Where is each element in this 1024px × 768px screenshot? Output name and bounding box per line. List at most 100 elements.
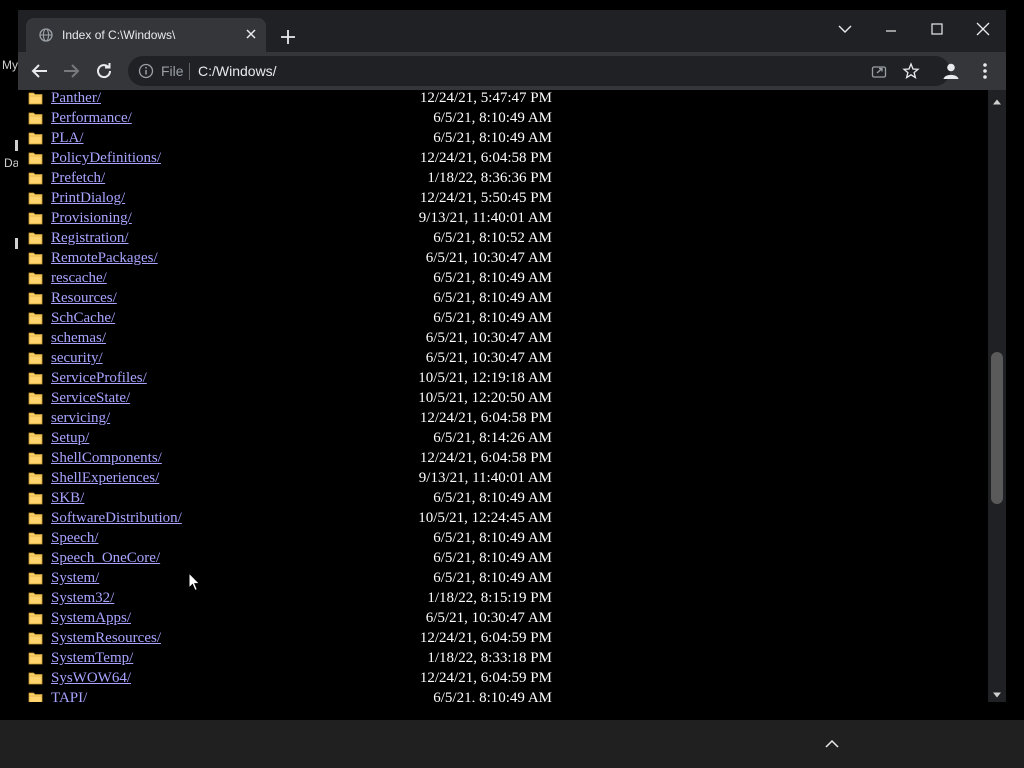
url-text[interactable]: C:/Windows/ — [198, 63, 277, 79]
forward-button[interactable] — [59, 59, 83, 83]
folder-icon — [28, 670, 43, 690]
folder-link[interactable]: PLA/ — [51, 128, 84, 148]
folder-link[interactable]: Resources/ — [51, 288, 117, 308]
folder-link[interactable]: Prefetch/ — [51, 168, 105, 188]
folder-link[interactable]: SysWOW64/ — [51, 668, 131, 688]
modified-date: 10/5/21, 12:20:50 AM — [418, 390, 552, 406]
chevron-up-icon[interactable] — [822, 736, 842, 757]
folder-link[interactable]: System/ — [51, 568, 99, 588]
scroll-up-arrow-icon[interactable] — [992, 94, 1002, 112]
folder-icon — [28, 350, 43, 370]
folder-link[interactable]: Speech_OneCore/ — [51, 548, 160, 568]
folder-icon — [28, 330, 43, 350]
folder-link[interactable]: Setup/ — [51, 428, 89, 448]
listing-row: servicing/12/24/21, 6:04:58 PM — [18, 408, 988, 428]
folder-link[interactable]: schemas/ — [51, 328, 106, 348]
folder-link[interactable]: Speech/ — [51, 528, 98, 548]
listing-row: Panther/12/24/21, 5:47:47 PM — [18, 90, 988, 108]
listing-row: schemas/6/5/21, 10:30:47 AM — [18, 328, 988, 348]
close-icon — [246, 29, 256, 39]
folder-link[interactable]: PrintDialog/ — [51, 188, 125, 208]
folder-link[interactable]: RemotePackages/ — [51, 248, 158, 268]
folder-icon — [28, 630, 43, 650]
folder-icon — [28, 610, 43, 630]
modified-date: 6/5/21, 8:10:52 AM — [433, 230, 552, 246]
close-window-button[interactable] — [970, 16, 996, 42]
modified-date: 10/5/21, 12:19:18 AM — [418, 370, 552, 386]
address-bar[interactable]: File C:/Windows/ — [128, 56, 950, 86]
folder-icon — [28, 150, 43, 170]
listing-row: rescache/6/5/21, 8:10:49 AM — [18, 268, 988, 288]
back-button[interactable] — [28, 59, 52, 83]
vertical-scrollbar[interactable] — [988, 90, 1006, 702]
folder-link[interactable]: Performance/ — [51, 108, 132, 128]
toolbar: File C:/Windows/ — [18, 52, 1006, 90]
listing-row: SoftwareDistribution/10/5/21, 12:24:45 A… — [18, 508, 988, 528]
modified-date: 6/5/21, 8:10:49 AM — [433, 290, 552, 306]
folder-icon — [28, 130, 43, 150]
tab-title: Index of C:\Windows\ — [62, 28, 176, 42]
more-options-icon[interactable] — [974, 60, 996, 87]
listing-row: Speech/6/5/21, 8:10:49 AM — [18, 528, 988, 548]
listing-row: Provisioning/9/13/21, 11:40:01 AM — [18, 208, 988, 228]
scrollbar-thumb[interactable] — [991, 352, 1003, 504]
modified-date: 12/24/21, 6:04:59 PM — [419, 670, 552, 686]
folder-link[interactable]: SchCache/ — [51, 308, 115, 328]
modified-date: 9/13/21, 11:40:01 AM — [418, 470, 552, 486]
scroll-down-arrow-icon[interactable] — [992, 687, 1002, 702]
folder-link[interactable]: Registration/ — [51, 228, 129, 248]
folder-link[interactable]: ServiceProfiles/ — [51, 368, 147, 388]
reload-icon — [97, 63, 112, 79]
folder-link[interactable]: SystemTemp/ — [51, 648, 133, 668]
listing-row: TAPI/6/5/21, 8:10:49 AM — [18, 688, 988, 702]
folder-icon — [28, 170, 43, 190]
folder-link[interactable]: ShellComponents/ — [51, 448, 162, 468]
folder-link[interactable]: SystemApps/ — [51, 608, 131, 628]
modified-date: 1/18/22, 8:15:19 PM — [427, 590, 552, 606]
folder-icon — [28, 570, 43, 590]
folder-link[interactable]: SystemResources/ — [51, 628, 161, 648]
profile-avatar-icon[interactable] — [940, 60, 962, 87]
reload-button[interactable] — [92, 59, 116, 83]
folder-link[interactable]: ShellExperiences/ — [51, 468, 159, 488]
folder-link[interactable]: ServiceState/ — [51, 388, 130, 408]
maximize-button[interactable] — [924, 16, 950, 42]
folder-link[interactable]: rescache/ — [51, 268, 107, 288]
bookmark-star-icon[interactable] — [902, 62, 920, 85]
folder-link[interactable]: servicing/ — [51, 408, 110, 428]
listing-row: PLA/6/5/21, 8:10:49 AM — [18, 128, 988, 148]
modified-date: 6/5/21, 10:30:47 AM — [425, 610, 552, 626]
mouse-cursor-icon — [188, 571, 201, 597]
listing-row: security/6/5/21, 10:30:47 AM — [18, 348, 988, 368]
listing-row: Speech_OneCore/6/5/21, 8:10:49 AM — [18, 548, 988, 568]
folder-icon — [28, 290, 43, 310]
modified-date: 12/24/21, 6:04:58 PM — [419, 150, 552, 166]
listing-row: SystemResources/12/24/21, 6:04:59 PM — [18, 628, 988, 648]
tab-index-of-windows[interactable]: Index of C:\Windows\ — [26, 18, 266, 52]
listing-row: SysWOW64/12/24/21, 6:04:59 PM — [18, 668, 988, 688]
folder-link[interactable]: Panther/ — [51, 90, 101, 108]
modified-date: 6/5/21, 8:10:49 AM — [433, 550, 552, 566]
maximize-icon — [931, 23, 943, 35]
modified-date: 6/5/21, 8:10:49 AM — [433, 530, 552, 546]
folder-link[interactable]: PolicyDefinitions/ — [51, 148, 161, 168]
modified-date: 10/5/21, 12:24:45 AM — [418, 510, 552, 526]
minimize-button[interactable] — [878, 16, 904, 42]
folder-link[interactable]: System32/ — [51, 588, 114, 608]
modified-date: 6/5/21, 8:10:49 AM — [433, 690, 552, 702]
folder-link[interactable]: security/ — [51, 348, 103, 368]
new-tab-button[interactable] — [276, 25, 300, 49]
folder-link[interactable]: SoftwareDistribution/ — [51, 508, 182, 528]
folder-link[interactable]: TAPI/ — [51, 688, 87, 702]
folder-link[interactable]: Provisioning/ — [51, 208, 132, 228]
arrow-right-icon — [64, 64, 80, 78]
listing-row: PrintDialog/12/24/21, 5:50:45 PM — [18, 188, 988, 208]
share-icon[interactable] — [870, 62, 888, 85]
listing-row: System32/1/18/22, 8:15:19 PM — [18, 588, 988, 608]
info-icon[interactable] — [138, 63, 154, 84]
tab-close-button[interactable] — [240, 23, 262, 45]
tab-search-button[interactable] — [832, 16, 858, 42]
modified-date: 6/5/21, 8:10:49 AM — [433, 310, 552, 326]
folder-link[interactable]: SKB/ — [51, 488, 84, 508]
arrow-left-icon — [31, 64, 47, 78]
